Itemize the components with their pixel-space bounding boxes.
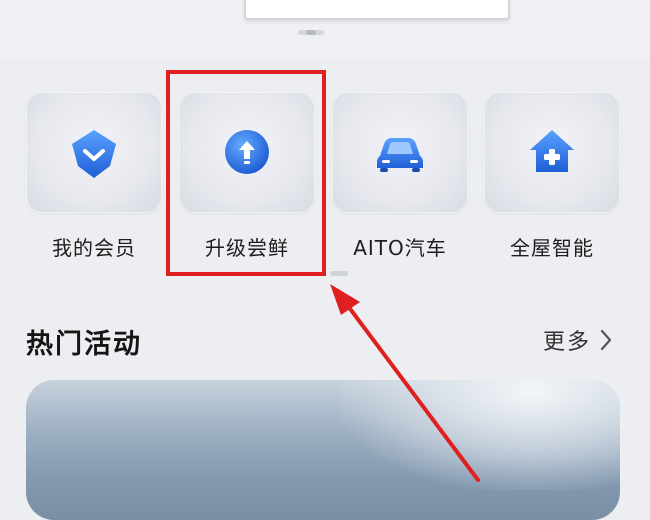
top-card-edge bbox=[244, 0, 510, 20]
quick-entry-label: AITO汽车 bbox=[353, 236, 447, 260]
more-link-label: 更多 bbox=[543, 330, 592, 355]
more-link[interactable]: 更多 bbox=[543, 324, 613, 356]
quick-entry-label: 我的会员 bbox=[52, 236, 136, 260]
car-icon bbox=[377, 138, 423, 172]
quick-entry-aito-car[interactable] bbox=[332, 92, 468, 213]
annotation-highlight-box bbox=[166, 70, 326, 276]
smart-home-icon bbox=[530, 130, 574, 172]
page-indicator-active-dot bbox=[306, 30, 316, 35]
activity-banner[interactable] bbox=[26, 380, 620, 520]
quick-entry-membership[interactable] bbox=[26, 92, 162, 213]
quick-entry-label: 全屋智能 bbox=[510, 236, 594, 260]
quick-entry-smart-home[interactable] bbox=[484, 92, 620, 213]
chevron-right-icon bbox=[600, 329, 612, 351]
scroll-indicator bbox=[330, 271, 348, 276]
section-title: 热门活动 bbox=[26, 329, 142, 360]
diamond-check-icon bbox=[72, 130, 116, 178]
page-indicator bbox=[298, 30, 324, 35]
banner-glow bbox=[340, 380, 620, 490]
